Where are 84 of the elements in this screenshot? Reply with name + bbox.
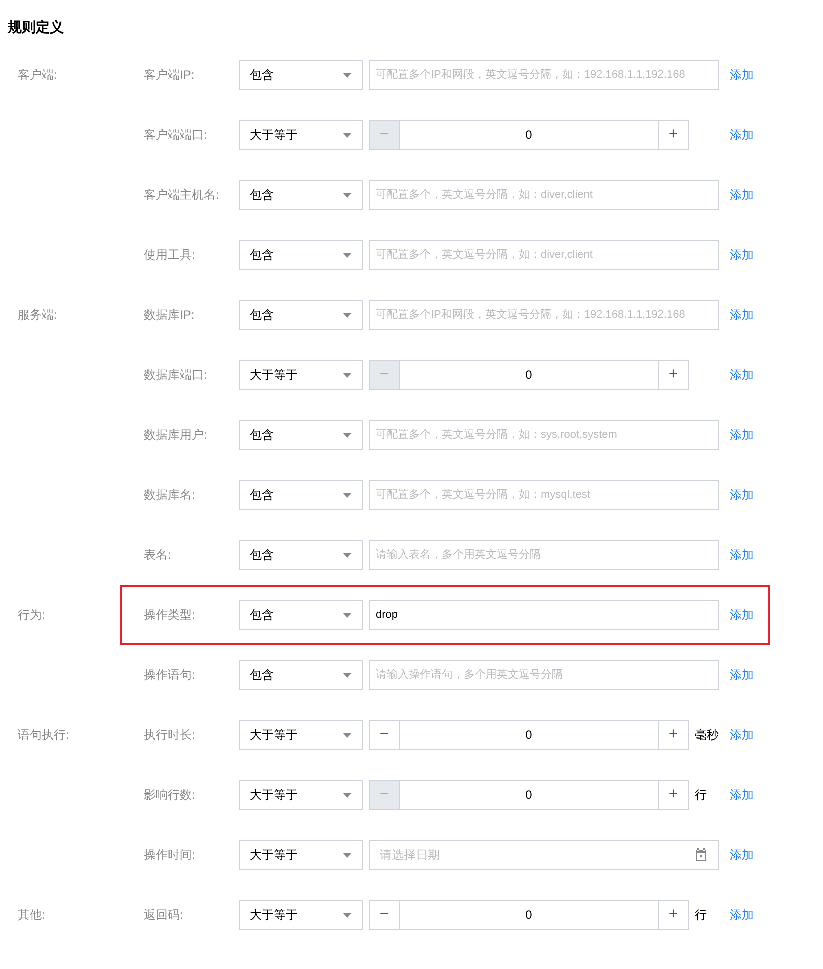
add-link[interactable]: 添加 <box>730 66 754 84</box>
field-label: 数据库端口: <box>143 366 208 384</box>
field-label: 表名: <box>143 546 172 564</box>
field-label: 数据库IP: <box>143 306 196 324</box>
operator-dropdown[interactable]: 包含 <box>239 420 363 450</box>
operator-dropdown[interactable]: 大于等于 <box>239 780 363 810</box>
add-link[interactable]: 添加 <box>730 366 754 384</box>
operator-dropdown[interactable]: 包含 <box>239 300 363 330</box>
text-input[interactable]: 可配置多个IP和网段，英文逗号分隔，如：192.168.1.1,192.168 <box>369 300 719 330</box>
field-label: 客户端IP: <box>143 66 196 84</box>
add-link[interactable]: 添加 <box>730 186 754 204</box>
operator-dropdown[interactable]: 包含 <box>239 600 363 630</box>
operator-dropdown[interactable]: 大于等于 <box>239 360 363 390</box>
text-input[interactable]: 可配置多个，英文逗号分隔，如：mysql,test <box>369 480 719 510</box>
add-link[interactable]: 添加 <box>730 726 754 744</box>
field-label: 客户端端口: <box>143 126 208 144</box>
add-link[interactable]: 添加 <box>730 546 754 564</box>
caret-icon <box>343 432 352 438</box>
operator-dropdown[interactable]: 包含 <box>239 240 363 270</box>
text-input[interactable]: 可配置多个，英文逗号分隔，如：diver,client <box>369 180 719 210</box>
operator-dropdown[interactable]: 大于等于 <box>239 720 363 750</box>
add-link[interactable]: 添加 <box>730 306 754 324</box>
field-label: 数据库用户: <box>143 426 208 444</box>
add-link[interactable]: 添加 <box>730 126 754 144</box>
operator-dropdown[interactable]: 包含 <box>239 660 363 690</box>
add-link[interactable]: 添加 <box>730 246 754 264</box>
text-input[interactable]: drop <box>369 600 719 630</box>
caret-icon <box>343 372 352 378</box>
operator-dropdown[interactable]: 包含 <box>239 540 363 570</box>
group-label: 其他: <box>17 907 46 924</box>
caret-icon <box>343 132 352 138</box>
caret-icon <box>343 852 352 858</box>
section-title: 规则定义 <box>6 18 65 37</box>
number-stepper[interactable]: − 0 + <box>369 120 689 150</box>
number-stepper[interactable]: − 0 + <box>369 720 689 750</box>
caret-icon <box>343 492 352 498</box>
field-label: 数据库名: <box>143 486 196 504</box>
operator-dropdown[interactable]: 大于等于 <box>239 120 363 150</box>
group-label: 行为: <box>17 607 46 624</box>
add-link[interactable]: 添加 <box>730 666 754 684</box>
caret-icon <box>343 912 352 918</box>
add-link[interactable]: 添加 <box>730 906 754 924</box>
caret-icon <box>343 672 352 678</box>
operator-dropdown[interactable]: 大于等于 <box>239 900 363 930</box>
group-label: 服务端: <box>17 307 58 324</box>
calendar-icon <box>694 848 708 862</box>
caret-icon <box>343 792 352 798</box>
add-link[interactable]: 添加 <box>730 426 754 444</box>
caret-icon <box>343 72 352 78</box>
field-label: 客户端主机名: <box>143 186 220 204</box>
caret-icon <box>343 252 352 258</box>
caret-icon <box>343 732 352 738</box>
text-input[interactable]: 请输入表名，多个用英文逗号分隔 <box>369 540 719 570</box>
operator-dropdown[interactable]: 包含 <box>239 60 363 90</box>
caret-icon <box>343 312 352 318</box>
add-link[interactable]: 添加 <box>730 846 754 864</box>
field-label: 操作类型: <box>143 606 196 624</box>
add-link[interactable]: 添加 <box>730 786 754 804</box>
field-label: 操作时间: <box>143 846 196 864</box>
text-input[interactable]: 请输入操作语句，多个用英文逗号分隔 <box>369 660 719 690</box>
group-label: 语句执行: <box>17 727 70 744</box>
field-label: 操作语句: <box>143 666 196 684</box>
number-stepper[interactable]: − 0 + <box>369 780 689 810</box>
field-label: 使用工具: <box>143 246 196 264</box>
add-link[interactable]: 添加 <box>730 486 754 504</box>
caret-icon <box>343 192 352 198</box>
unit-label: 行 <box>695 786 707 804</box>
number-stepper[interactable]: − 0 + <box>369 900 689 930</box>
operator-dropdown[interactable]: 包含 <box>239 180 363 210</box>
caret-icon <box>343 612 352 618</box>
field-label: 执行时长: <box>143 726 196 744</box>
caret-icon <box>343 552 352 558</box>
text-input[interactable]: 可配置多个IP和网段，英文逗号分隔，如：192.168.1.1,192.168 <box>369 60 719 90</box>
unit-label: 毫秒 <box>695 726 719 744</box>
add-link[interactable]: 添加 <box>730 606 754 624</box>
text-input[interactable]: 可配置多个，英文逗号分隔，如：sys,root,system <box>369 420 719 450</box>
number-stepper[interactable]: − 0 + <box>369 360 689 390</box>
field-label: 影响行数: <box>143 786 196 804</box>
field-label: 返回码: <box>143 906 184 924</box>
operator-dropdown[interactable]: 包含 <box>239 480 363 510</box>
unit-label: 行 <box>695 906 707 924</box>
text-input[interactable]: 可配置多个，英文逗号分隔，如：diver,client <box>369 240 719 270</box>
operator-dropdown[interactable]: 大于等于 <box>239 840 363 870</box>
group-label: 客户端: <box>17 67 58 84</box>
